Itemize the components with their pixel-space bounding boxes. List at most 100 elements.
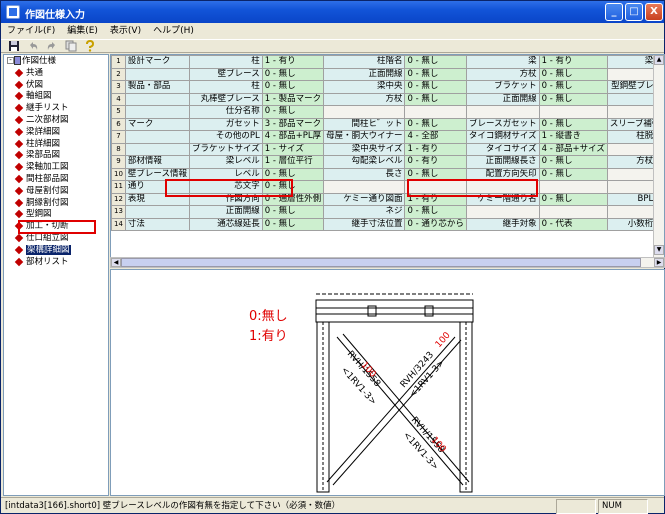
tree-item[interactable]: 軸組図 <box>4 90 108 102</box>
tree-item-label: 共通 <box>26 67 44 78</box>
grid-vertical-scrollbar[interactable]: ▲ ▼ <box>653 55 664 257</box>
tree-item[interactable]: 柱詳細図 <box>4 138 108 150</box>
copy-icon[interactable] <box>64 40 78 52</box>
cell-value[interactable] <box>538 205 608 219</box>
status-bar: [intdata3[166].short0] 壁ブレースレベルの作図有無を指定し… <box>1 497 664 514</box>
folder-icon <box>14 56 21 65</box>
help-icon[interactable] <box>83 40 97 52</box>
tree-item[interactable]: 梁詳細図 <box>4 126 108 138</box>
cell-value[interactable]: 1 - 有り <box>538 55 608 69</box>
cell-value[interactable]: 0 - 無し <box>538 167 608 181</box>
tree-item[interactable]: 伏図 <box>4 79 108 91</box>
cell-value[interactable]: 0 - 無し <box>261 67 325 81</box>
tree-item-label: 間柱部品図 <box>26 173 69 184</box>
table-row: 3 製品・部品柱 0 - 無し 梁中央 0 - 無し ブラケット 0 - 無し 型鋼壁ブレース… <box>111 80 664 94</box>
cell-value[interactable] <box>538 180 608 194</box>
cell-value[interactable] <box>404 105 467 119</box>
menu-edit[interactable]: 編集(E) <box>67 23 98 39</box>
tree-item[interactable]: 梁軸加工図 <box>4 161 108 173</box>
scroll-right-icon[interactable]: ▶ <box>654 258 664 267</box>
scroll-thumb[interactable] <box>121 258 641 267</box>
cell-value[interactable]: 0 - 代表 <box>538 217 608 231</box>
tree-item[interactable]: 型鋼図 <box>4 208 108 220</box>
spec-tree[interactable]: - 作図仕様 共通 伏図 軸組図 継手リスト 二次部材図 梁詳細図 柱詳細図 梁部品図 梁軸加工… <box>3 54 109 496</box>
tree-expander[interactable]: - <box>7 57 14 64</box>
drawing-icon <box>14 198 24 207</box>
cell-value[interactable]: 0 - 無し <box>404 117 467 131</box>
tree-item[interactable]: 二次部材図 <box>4 114 108 126</box>
cell-value[interactable]: 0 - 無し <box>261 80 325 94</box>
cell-value[interactable]: 0 - 無し <box>404 205 467 219</box>
row-number: 11 <box>111 180 126 194</box>
cell-value[interactable]: 0 - 無し <box>404 80 467 94</box>
cell-value[interactable]: 0 - 無し <box>404 92 467 106</box>
scroll-up-icon[interactable]: ▲ <box>654 55 664 65</box>
redo-icon[interactable] <box>45 40 59 52</box>
tree-item-label: 二次部材図 <box>26 114 69 125</box>
cell-value[interactable]: 4 - 全部 <box>404 130 467 144</box>
cell-value[interactable]: 0 - 有り <box>404 155 467 169</box>
save-icon[interactable] <box>7 40 21 52</box>
maximize-button[interactable]: □ <box>625 3 643 21</box>
cell-value[interactable]: 1 - 縦書き <box>538 130 608 144</box>
grid-horizontal-scrollbar[interactable]: ◀ ▶ <box>110 257 665 268</box>
cell-value[interactable]: 1 - 有り <box>261 55 325 69</box>
scroll-down-icon[interactable]: ▼ <box>654 245 664 255</box>
cell-value[interactable]: 4 - 部品+PL厚 <box>261 130 325 144</box>
drawing-icon <box>14 115 24 125</box>
tree-item-label: 梁詳細図 <box>26 126 61 137</box>
tree-item[interactable]: 間柱部品図 <box>4 173 108 185</box>
tree-item[interactable]: 母屋割付図 <box>4 185 108 197</box>
tree-item[interactable]: 胴縁割付図 <box>4 197 108 209</box>
cell-value[interactable] <box>538 105 608 119</box>
spec-grid[interactable]: 1設計マーク柱1 - 有り柱階名0 - 無し梁1 - 有り梁階名0 - 無し2壁… <box>110 54 665 268</box>
row-category <box>124 92 191 106</box>
close-button[interactable]: X <box>645 3 663 21</box>
cell-value[interactable]: 1 - 製品マーク <box>261 92 325 106</box>
cell-value[interactable]: 3 - 部品マーク <box>261 117 325 131</box>
cell-value[interactable]: 0 - 無し <box>538 80 608 94</box>
tree-item[interactable]: 梁部品図 <box>4 149 108 161</box>
cell-label <box>465 105 540 119</box>
cell-value[interactable]: 0 - 無し <box>404 67 467 81</box>
cell-value[interactable]: 1 - サイズ <box>261 142 325 156</box>
tree-item-label: 母屋割付図 <box>26 185 69 196</box>
scroll-left-icon[interactable]: ◀ <box>111 258 121 267</box>
cell-value[interactable]: 1 - 層位平行 <box>261 155 325 169</box>
table-row: 13 正面開線 0 - 無し ネジ 0 - 無し <box>111 205 664 219</box>
cell-value[interactable]: 1 - 有り <box>404 142 467 156</box>
menu-file[interactable]: ファイル(F) <box>7 23 55 39</box>
cell-label: 方杖 <box>465 67 540 81</box>
tree-item[interactable]: 継手リスト <box>4 102 108 114</box>
cell-value[interactable]: 0 - 無し <box>538 92 608 106</box>
cell-value[interactable]: 0 - 無し <box>261 217 325 231</box>
undo-icon[interactable] <box>26 40 40 52</box>
cell-value[interactable]: 0 - 無し <box>538 155 608 169</box>
cell-value[interactable]: 0 - 無し <box>538 67 608 81</box>
row-number: 12 <box>111 192 126 206</box>
table-row: 7 その他のPL 4 - 部品+PL厚 母屋・胴大ウイナー 4 - 全部 タイコ鋼材サイズ… <box>111 130 664 144</box>
minimize-button[interactable]: _ <box>605 3 623 21</box>
cell-value[interactable]: 4 - 部品+サイズ <box>538 142 608 156</box>
menu-view[interactable]: 表示(V) <box>110 23 141 39</box>
cell-label: 壁ブレース <box>189 67 263 81</box>
cell-value[interactable]: 0 - 無し <box>538 117 608 131</box>
app-icon <box>6 5 20 19</box>
menu-help[interactable]: ヘルプ(H) <box>153 23 194 39</box>
cell-value[interactable]: 0 - 通り芯から <box>404 217 467 231</box>
cell-value[interactable]: 0 - 無し <box>261 205 325 219</box>
drawing-icon <box>14 151 24 160</box>
title-bar[interactable]: 作図仕様入力 _ □ X <box>1 1 664 23</box>
cell-value[interactable]: 0 - 無し <box>404 55 467 69</box>
cell-value[interactable]: 0 - 無し <box>261 105 325 119</box>
tree-item[interactable]: 部材リスト <box>4 256 108 268</box>
table-row: 8 ブラケットサイズ 1 - サイズ 梁中央サイズ 1 - 有り タイコサイズ 4 - 部品… <box>111 142 664 156</box>
cell-value[interactable]: 0 - 無し <box>538 192 608 206</box>
brace-1b <box>342 333 470 483</box>
row-category <box>124 105 191 119</box>
tree-root[interactable]: - 作図仕様 <box>4 55 108 67</box>
cell-label: 方杖 <box>323 92 406 106</box>
tree-item-label: 部材リスト <box>26 256 69 267</box>
tree-item[interactable]: 架構詳細図 <box>4 243 108 256</box>
tree-item[interactable]: 共通 <box>4 67 108 79</box>
